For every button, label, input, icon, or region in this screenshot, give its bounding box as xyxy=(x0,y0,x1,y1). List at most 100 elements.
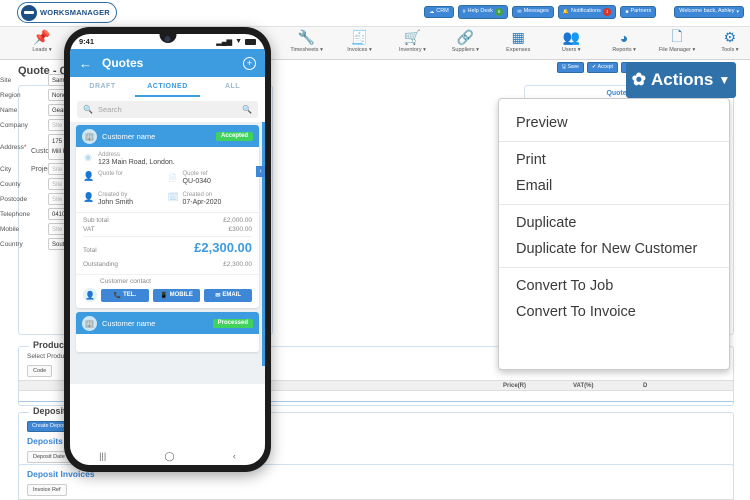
topbar-notifications-button[interactable]: 🔔 Notifications 1 xyxy=(557,5,617,19)
plus-circle-icon[interactable]: + xyxy=(243,56,256,70)
save-button[interactable]: 🖫 Save xyxy=(556,62,584,73)
nav-label: Suppliers ▾ xyxy=(451,47,479,53)
search-input[interactable]: 🔍 Search 🔍 xyxy=(77,101,258,118)
quote-card[interactable]: 🏢 Customer name Accepted ◉ Address 123 M… xyxy=(76,125,259,308)
nav-item-inventory[interactable]: 🛒 Inventory ▾ xyxy=(392,27,432,53)
topbar-partners-button[interactable]: ■ Partners xyxy=(620,6,657,18)
user-menu-button[interactable]: Welcome back, Ashley ▾ xyxy=(674,6,744,18)
phone-tab-draft[interactable]: DRAFT xyxy=(70,77,135,97)
network-icon: 🔗 xyxy=(456,29,475,45)
quote-totals: Sub total £2,000.00 VAT £300.00 Total £2… xyxy=(76,212,259,274)
scroll-right-icon[interactable]: › xyxy=(256,166,265,177)
phone-tab-actioned[interactable]: ACTIONED xyxy=(135,77,200,97)
nav-item-tools[interactable]: ⚙ Tools ▾ xyxy=(710,27,750,53)
created-by-field: 👤 Created by John Smith xyxy=(83,192,168,206)
calendar-icon: 🗓 xyxy=(167,192,179,202)
vat-label: VAT xyxy=(83,226,95,233)
site-field-label: Country xyxy=(0,240,23,248)
phone-app-bar: ← Quotes + xyxy=(70,49,265,77)
app-logo[interactable]: WORKSMANAGER xyxy=(17,2,117,23)
topbar-messages-button[interactable]: ✉ Messages xyxy=(512,6,554,18)
vat-value: £300.00 xyxy=(228,226,253,233)
check-icon: ✔ xyxy=(591,64,597,70)
menu-item-duplicate-for-new-customer[interactable]: Duplicate for New Customer xyxy=(499,236,729,262)
menu-item-duplicate[interactable]: Duplicate xyxy=(499,210,729,236)
building-icon: 🏢 xyxy=(82,315,97,331)
topbar-actions: ☁ CRM # Help Desk 6 ✉ Messages 🔔 Notific… xyxy=(424,5,744,19)
invoice-ref-filter[interactable]: Invoice Ref xyxy=(27,484,67,496)
topbar-messages-label: Messages xyxy=(523,8,549,15)
menu-item-convert-to-invoice[interactable]: Convert To Invoice xyxy=(499,299,729,325)
created-by-label: Created by xyxy=(98,192,128,198)
address-field: ◉ Address 123 Main Road, London. xyxy=(83,152,252,166)
nav-item-timesheets[interactable]: 🔧 Timesheets ▾ xyxy=(287,27,327,53)
quote-card-2-header: 🏢 Customer name Processed xyxy=(76,312,259,334)
product-code-button[interactable]: Code xyxy=(27,365,53,377)
wifi-icon: ▼ xyxy=(235,38,242,45)
accept-label: Accept xyxy=(597,64,613,70)
menu-item-print[interactable]: Print xyxy=(499,147,729,173)
outstanding-value: £2,300.00 xyxy=(223,261,252,268)
menu-group: Convert To Job Convert To Invoice xyxy=(499,267,729,330)
search-icon: 🔍 xyxy=(83,105,93,114)
cart-icon: 🛒 xyxy=(403,29,422,45)
actions-button[interactable]: ✿ Actions ▼ xyxy=(626,62,736,98)
list-scroll-strip[interactable] xyxy=(262,122,265,366)
actions-dropdown-menu[interactable]: Preview Print Email Duplicate Duplicate for … xyxy=(498,98,730,370)
search-submit-icon[interactable]: 🔍 xyxy=(242,105,252,114)
recent-apps-icon[interactable]: ||| xyxy=(99,451,106,461)
topbar-crm-button[interactable]: ☁ CRM xyxy=(424,6,454,18)
phone-tabs: DRAFT ACTIONED ALL xyxy=(70,77,265,97)
nav-item-invoices[interactable]: 🧾 Invoices ▾ xyxy=(340,27,380,53)
pdf-icon: 🗋 xyxy=(671,27,683,44)
back-arrow-icon[interactable]: ← xyxy=(79,56,92,71)
nav-label: Inventory ▾ xyxy=(398,47,426,53)
site-field-label: Company xyxy=(0,121,28,129)
sub-total-value: £2,000.00 xyxy=(223,217,252,224)
total-value: £2,300.00 xyxy=(194,240,252,255)
chart-icon: ◕ xyxy=(619,29,629,46)
nav-item-users[interactable]: 👥 Users ▾ xyxy=(551,27,591,53)
helpdesk-badge: 6 xyxy=(494,8,504,16)
outstanding-label: Outstanding xyxy=(83,261,119,268)
phone-tab-all[interactable]: ALL xyxy=(200,77,265,97)
nav-item-suppliers[interactable]: 🔗 Suppliers ▾ xyxy=(445,27,485,53)
quote-for-field: 👤 Quote for xyxy=(83,171,168,187)
tel-label: TEL. xyxy=(123,292,137,298)
accept-button[interactable]: ✔ Accept xyxy=(586,62,618,73)
quote-card-2[interactable]: 🏢 Customer name Processed xyxy=(76,312,259,352)
address-label: Address xyxy=(98,152,121,158)
bell-icon: 🔔 xyxy=(562,8,569,15)
wrench-icon: 🔧 xyxy=(297,29,316,45)
menu-group: Print Email xyxy=(499,141,729,204)
quote-card-header: 🏢 Customer name Accepted xyxy=(76,125,259,147)
menu-item-email[interactable]: Email xyxy=(499,173,729,199)
nav-item-expenses[interactable]: ▦ Expenses xyxy=(498,27,538,53)
customer-contact-label: Customer contact xyxy=(100,278,151,285)
topbar-crm-label: CRM xyxy=(436,8,449,15)
nav-label: Reports ▾ xyxy=(612,47,636,53)
quote-card-body: ◉ Address 123 Main Road, London. 👤 Quote… xyxy=(76,147,259,212)
nav-label: Timesheets ▾ xyxy=(290,47,323,53)
total-label: Total xyxy=(83,247,97,254)
nav-item-reports[interactable]: ◕ Reports ▾ xyxy=(604,27,644,54)
person-icon: 👤 xyxy=(83,171,95,181)
address-value: 123 Main Road, London. xyxy=(98,159,175,166)
menu-item-preview[interactable]: Preview xyxy=(499,110,729,136)
email-button[interactable]: ✉ EMAIL xyxy=(204,288,253,302)
back-icon[interactable]: ‹ xyxy=(233,451,236,461)
created-on-field: 🗓 Created on 07-Apr-2020 xyxy=(168,192,253,206)
tel-button[interactable]: 📞 TEL. xyxy=(101,288,149,302)
nav-label: File Manager ▾ xyxy=(658,47,696,53)
topbar-helpdesk-label: Help Desk xyxy=(467,8,493,15)
document-icon: 🗎 xyxy=(168,173,177,183)
menu-item-convert-to-job[interactable]: Convert To Job xyxy=(499,273,729,299)
nav-item-file-manager[interactable]: 🗋 File Manager ▾ xyxy=(657,27,697,54)
sub-total-label: Sub total xyxy=(83,217,109,224)
nav-item-leads[interactable]: 📌 Leads ▾ xyxy=(22,27,62,53)
mobile-button[interactable]: 📱 MOBILE xyxy=(152,288,201,302)
topbar-helpdesk-button[interactable]: # Help Desk 6 xyxy=(457,5,509,19)
home-icon[interactable]: ◯ xyxy=(164,451,174,462)
site-field-label: Name xyxy=(0,106,18,114)
site-field-label: Mobile xyxy=(0,225,20,233)
